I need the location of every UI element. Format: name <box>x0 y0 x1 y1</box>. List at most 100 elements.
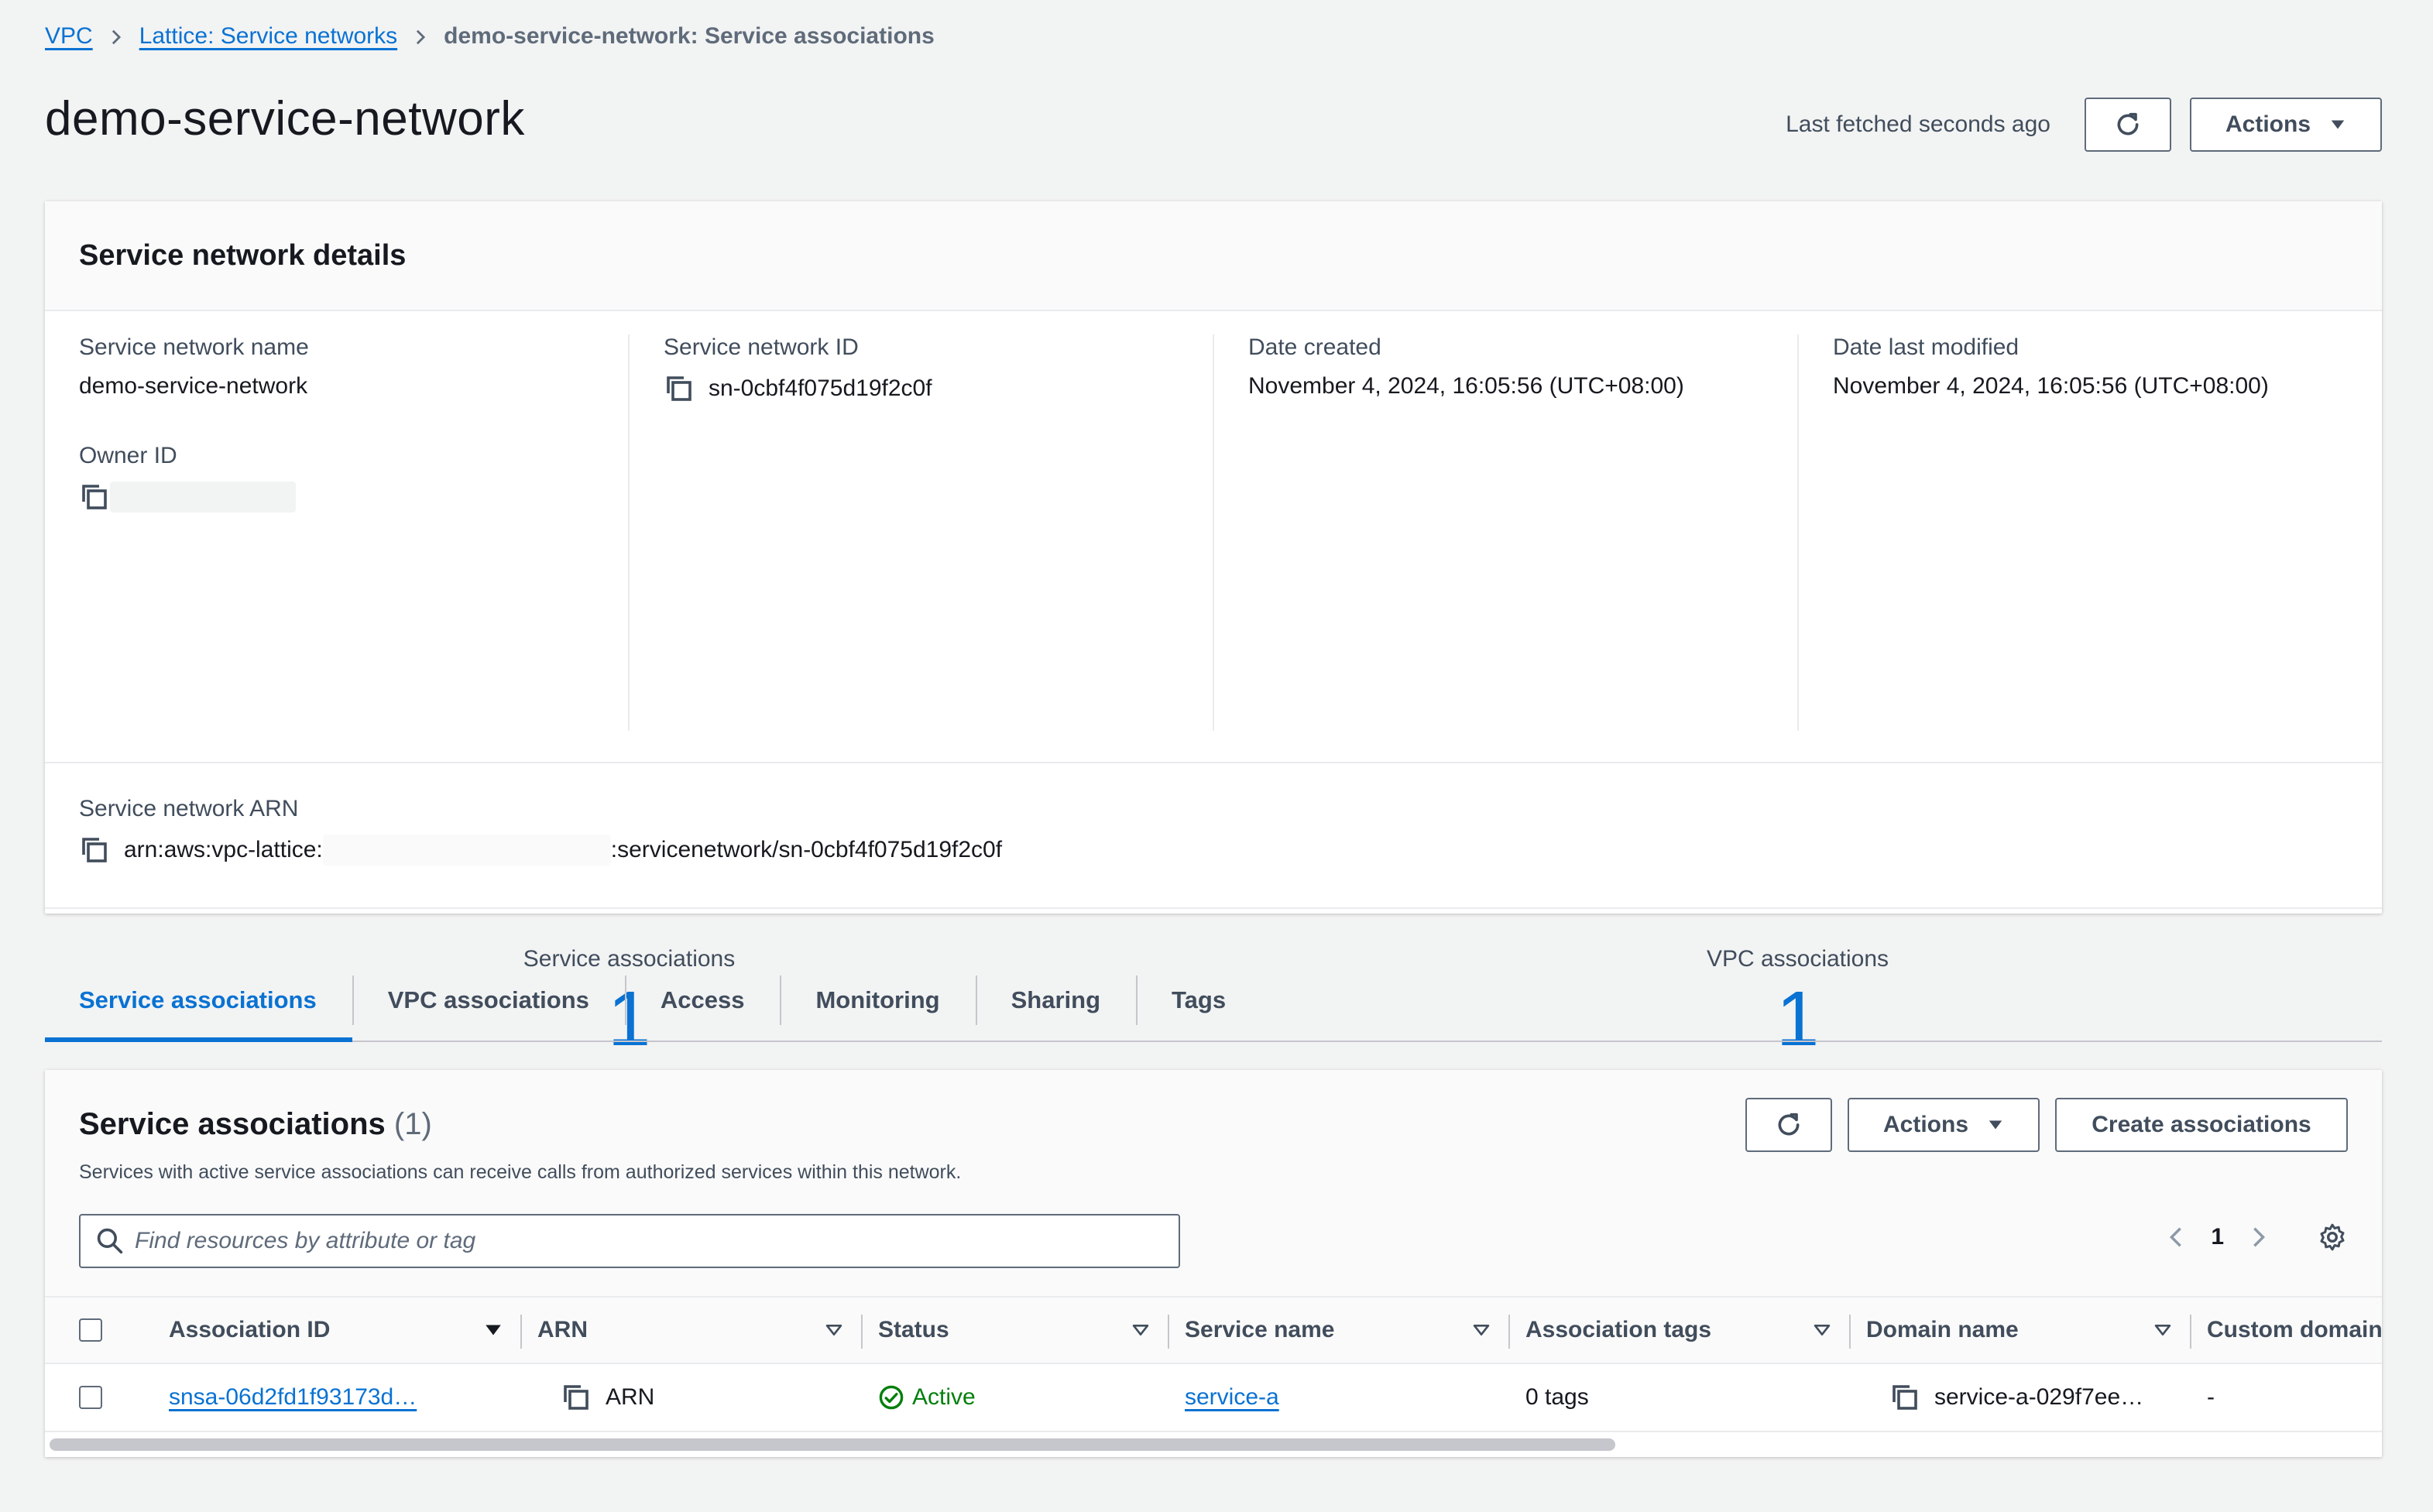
select-all-checkbox[interactable] <box>79 1318 102 1342</box>
service-name-link[interactable]: service-a <box>1185 1384 1279 1411</box>
service-network-name-label: Service network name <box>79 334 309 360</box>
column-label: Association ID <box>169 1317 331 1342</box>
chevron-left-icon[interactable] <box>2164 1226 2188 1249</box>
row-select <box>45 1364 129 1431</box>
actions-button-label: Actions <box>2225 111 2311 137</box>
date-modified-label: Date last modified <box>1833 334 2019 360</box>
tab-sharing[interactable]: Sharing <box>975 960 1136 1041</box>
sort-icon <box>1473 1325 1490 1335</box>
service-associations-header: Service associations (1) Services with a… <box>45 1070 2382 1296</box>
breadcrumb: VPC Lattice: Service networks demo-servi… <box>45 23 935 50</box>
sort-icon <box>825 1325 842 1335</box>
owner-id-label: Owner ID <box>79 443 177 468</box>
tags-text: 0 tags <box>1525 1384 1589 1410</box>
owner-id-value <box>79 482 594 513</box>
date-modified-value: November 4, 2024, 16:05:56 (UTC+08:00) <box>1833 373 2269 399</box>
service-associations-actions: Actions Create associations <box>1745 1098 2348 1152</box>
header-select-all <box>45 1298 129 1363</box>
refresh-icon <box>2117 112 2139 135</box>
service-network-details-card: Service network details Service network … <box>45 201 2382 1058</box>
pagination: 1 <box>2164 1222 2348 1253</box>
search-icon <box>97 1228 123 1254</box>
associations-actions-label: Actions <box>1883 1112 1969 1137</box>
column-arn[interactable]: ARN <box>520 1298 861 1363</box>
copy-icon[interactable] <box>664 373 695 404</box>
arn-prefix: arn:aws:vpc-lattice: <box>124 837 323 862</box>
page-title: demo-service-network <box>45 92 525 146</box>
associations-refresh-button[interactable] <box>1745 1098 1832 1152</box>
copy-icon[interactable] <box>79 482 110 513</box>
details-card-header: Service network details <box>45 201 2382 311</box>
service-network-id-text: sn-0cbf4f075d19f2c0f <box>709 375 932 401</box>
copy-icon[interactable] <box>561 1382 592 1413</box>
header-actions: Last fetched seconds ago Actions <box>1786 98 2382 152</box>
associations-actions-button[interactable]: Actions <box>1848 1098 2040 1152</box>
owner-id-redacted <box>110 482 296 513</box>
column-label: Service name <box>1185 1317 1335 1342</box>
caret-down-icon <box>1989 1120 2002 1130</box>
tab-tags[interactable]: Tags <box>1136 960 1261 1041</box>
cell-arn: ARN <box>520 1364 861 1431</box>
status-badge: Active <box>878 1384 976 1411</box>
tab-monitoring[interactable]: Monitoring <box>780 960 975 1041</box>
service-associations-title: Service associations (1) <box>79 1107 432 1142</box>
arn-value: arn:aws:vpc-lattice: :servicenetwork/sn-… <box>79 835 1002 866</box>
details-col-modified: Date last modified November 4, 2024, 16:… <box>1797 334 2382 731</box>
refresh-button[interactable] <box>2085 98 2171 152</box>
arn-account-redacted <box>322 835 611 866</box>
cell-service-name: service-a <box>1168 1364 1508 1431</box>
arn-block: Service network ARN arn:aws:vpc-lattice:… <box>79 796 1002 866</box>
cell-custom-domain: - <box>2190 1364 2382 1431</box>
chevron-right-icon[interactable] <box>2247 1226 2270 1249</box>
tab-access[interactable]: Access <box>624 960 781 1041</box>
breadcrumb-link-service-networks[interactable]: Lattice: Service networks <box>139 23 397 50</box>
service-associations-title-count: (1) <box>393 1107 432 1141</box>
copy-icon[interactable] <box>79 835 110 866</box>
column-association-id[interactable]: Association ID <box>129 1298 520 1363</box>
scrollbar-thumb[interactable] <box>50 1438 1615 1451</box>
details-divider <box>45 762 2382 763</box>
sort-icon <box>1132 1325 1149 1335</box>
actions-button[interactable]: Actions <box>2190 98 2382 152</box>
search-field <box>79 1214 1180 1268</box>
details-col-name: Service network name demo-service-networ… <box>45 334 628 731</box>
details-col-id: Service network ID sn-0cbf4f075d19f2c0f <box>628 334 1213 731</box>
column-association-tags[interactable]: Association tags <box>1508 1298 1849 1363</box>
cell-status: Active <box>861 1364 1168 1431</box>
date-created-value: November 4, 2024, 16:05:56 (UTC+08:00) <box>1248 373 1684 399</box>
tab-bar: Service associations VPC associations Ac… <box>45 960 2382 1042</box>
table-header: Association ID ARN Status Service name A… <box>45 1296 2382 1364</box>
check-circle-icon <box>879 1385 904 1410</box>
service-associations-table: Association ID ARN Status Service name A… <box>45 1296 2382 1432</box>
column-status[interactable]: Status <box>861 1298 1168 1363</box>
breadcrumb-link-vpc[interactable]: VPC <box>45 23 93 50</box>
table-row[interactable]: snsa-06d2fd1f93173d… ARN Active service-… <box>45 1364 2382 1432</box>
details-key-values: Service network name demo-service-networ… <box>45 334 2382 731</box>
counts-top-divider <box>45 907 2382 909</box>
service-associations-description: Services with active service association… <box>79 1161 962 1183</box>
sort-icon <box>1814 1325 1831 1335</box>
column-label: ARN <box>537 1317 588 1342</box>
column-service-name[interactable]: Service name <box>1168 1298 1508 1363</box>
arn-label: Service network ARN <box>79 796 299 821</box>
custom-domain-text: - <box>2207 1384 2215 1410</box>
row-checkbox[interactable] <box>79 1386 102 1409</box>
column-custom-domain-name[interactable]: Custom domain na <box>2190 1298 2382 1363</box>
copy-icon[interactable] <box>1889 1382 1920 1413</box>
horizontal-scrollbar[interactable] <box>45 1432 2382 1457</box>
tab-service-associations[interactable]: Service associations <box>45 960 352 1042</box>
gear-icon[interactable] <box>2317 1222 2348 1253</box>
service-network-id-label: Service network ID <box>664 334 859 360</box>
page-number[interactable]: 1 <box>2211 1224 2224 1250</box>
search-input[interactable] <box>135 1228 1141 1254</box>
caret-down-icon <box>2331 120 2345 129</box>
tab-vpc-associations[interactable]: VPC associations <box>352 960 625 1041</box>
last-fetched-text: Last fetched seconds ago <box>1786 111 2050 137</box>
domain-name-text: service-a-029f7ee… <box>1934 1384 2144 1410</box>
breadcrumb-current: demo-service-network: Service associatio… <box>444 23 935 49</box>
column-domain-name[interactable]: Domain name <box>1849 1298 2190 1363</box>
create-associations-button[interactable]: Create associations <box>2055 1098 2348 1152</box>
service-network-name-value: demo-service-network <box>79 373 308 399</box>
association-id-link[interactable]: snsa-06d2fd1f93173d… <box>169 1384 417 1411</box>
column-label: Association tags <box>1525 1317 1712 1342</box>
